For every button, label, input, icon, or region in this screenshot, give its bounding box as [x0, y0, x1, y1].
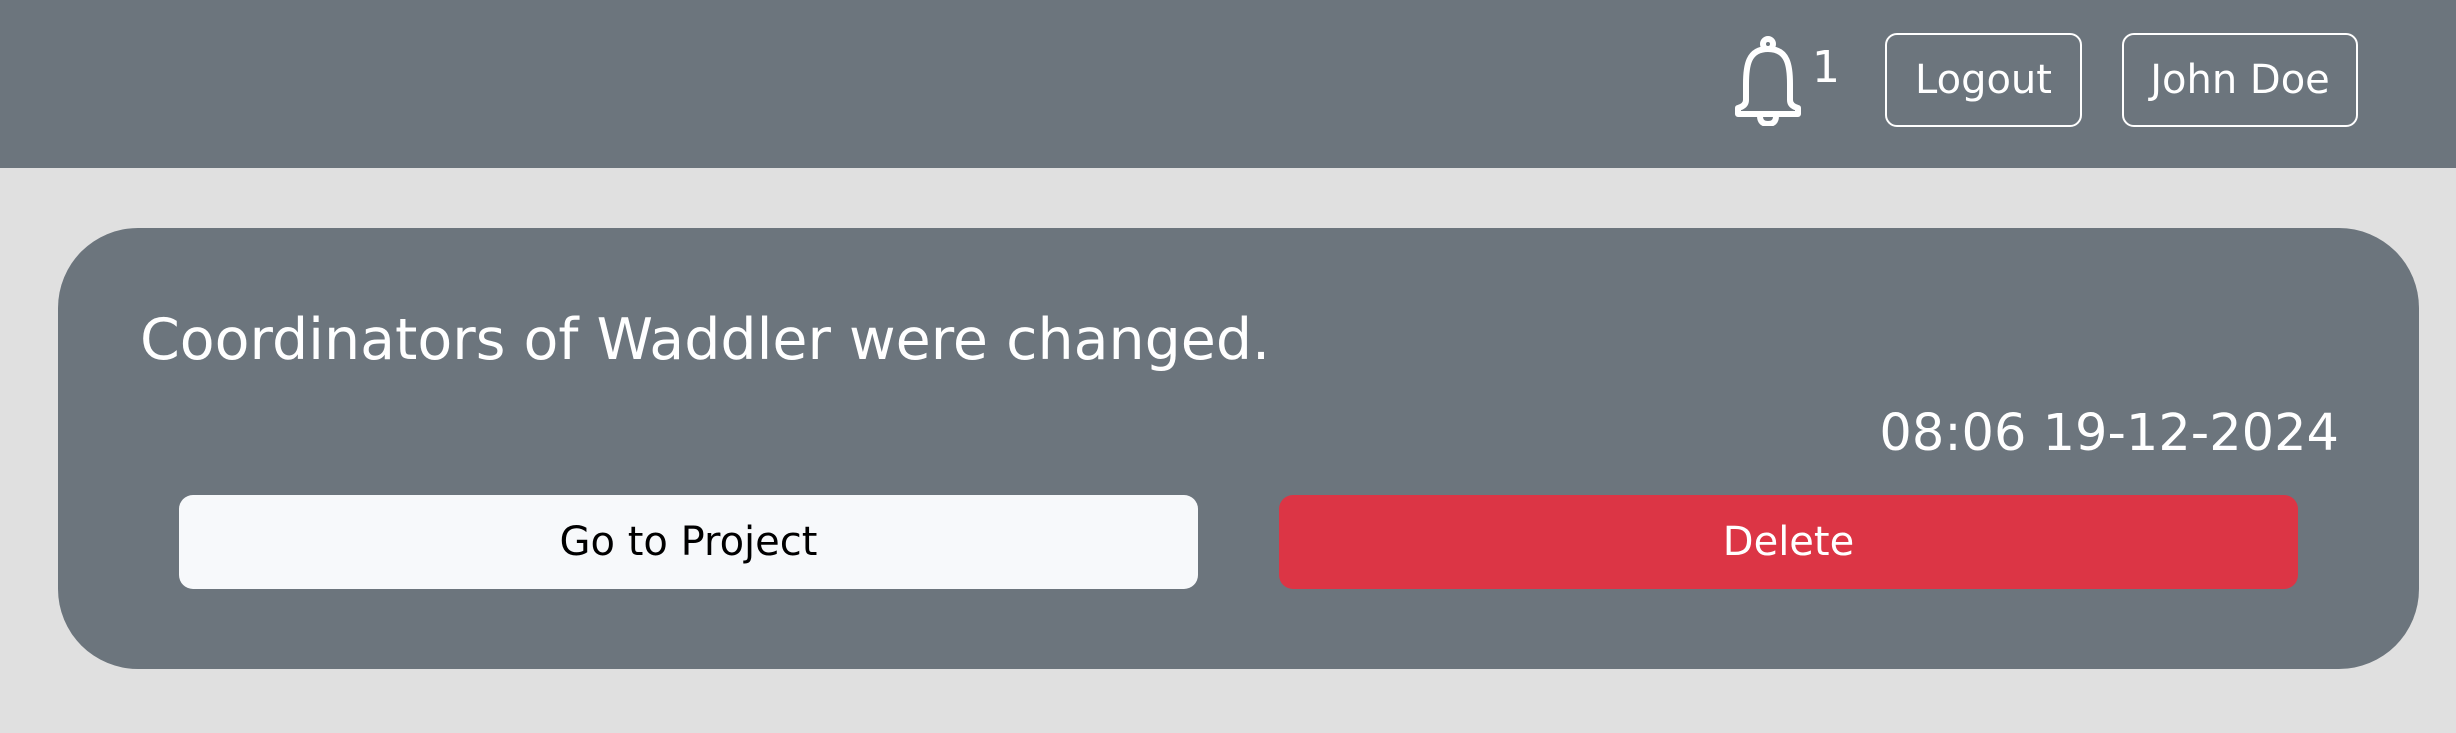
bell-icon [1735, 36, 1801, 126]
notifications-bell-button[interactable] [1726, 34, 1810, 126]
user-profile-button[interactable]: John Doe [2122, 33, 2358, 127]
delete-notification-button[interactable]: Delete [1279, 495, 2298, 589]
notification-timestamp: 08:06 19-12-2024 [1879, 404, 2339, 463]
top-navbar: 1 Logout John Doe [0, 0, 2456, 168]
notification-message: Coordinators of Waddler were changed. [140, 307, 1271, 373]
logout-button[interactable]: Logout [1885, 33, 2082, 127]
go-to-project-button[interactable]: Go to Project [179, 495, 1198, 589]
notification-count-badge: 1 [1812, 42, 1840, 93]
notification-card: Coordinators of Waddler were changed. 08… [58, 228, 2419, 669]
